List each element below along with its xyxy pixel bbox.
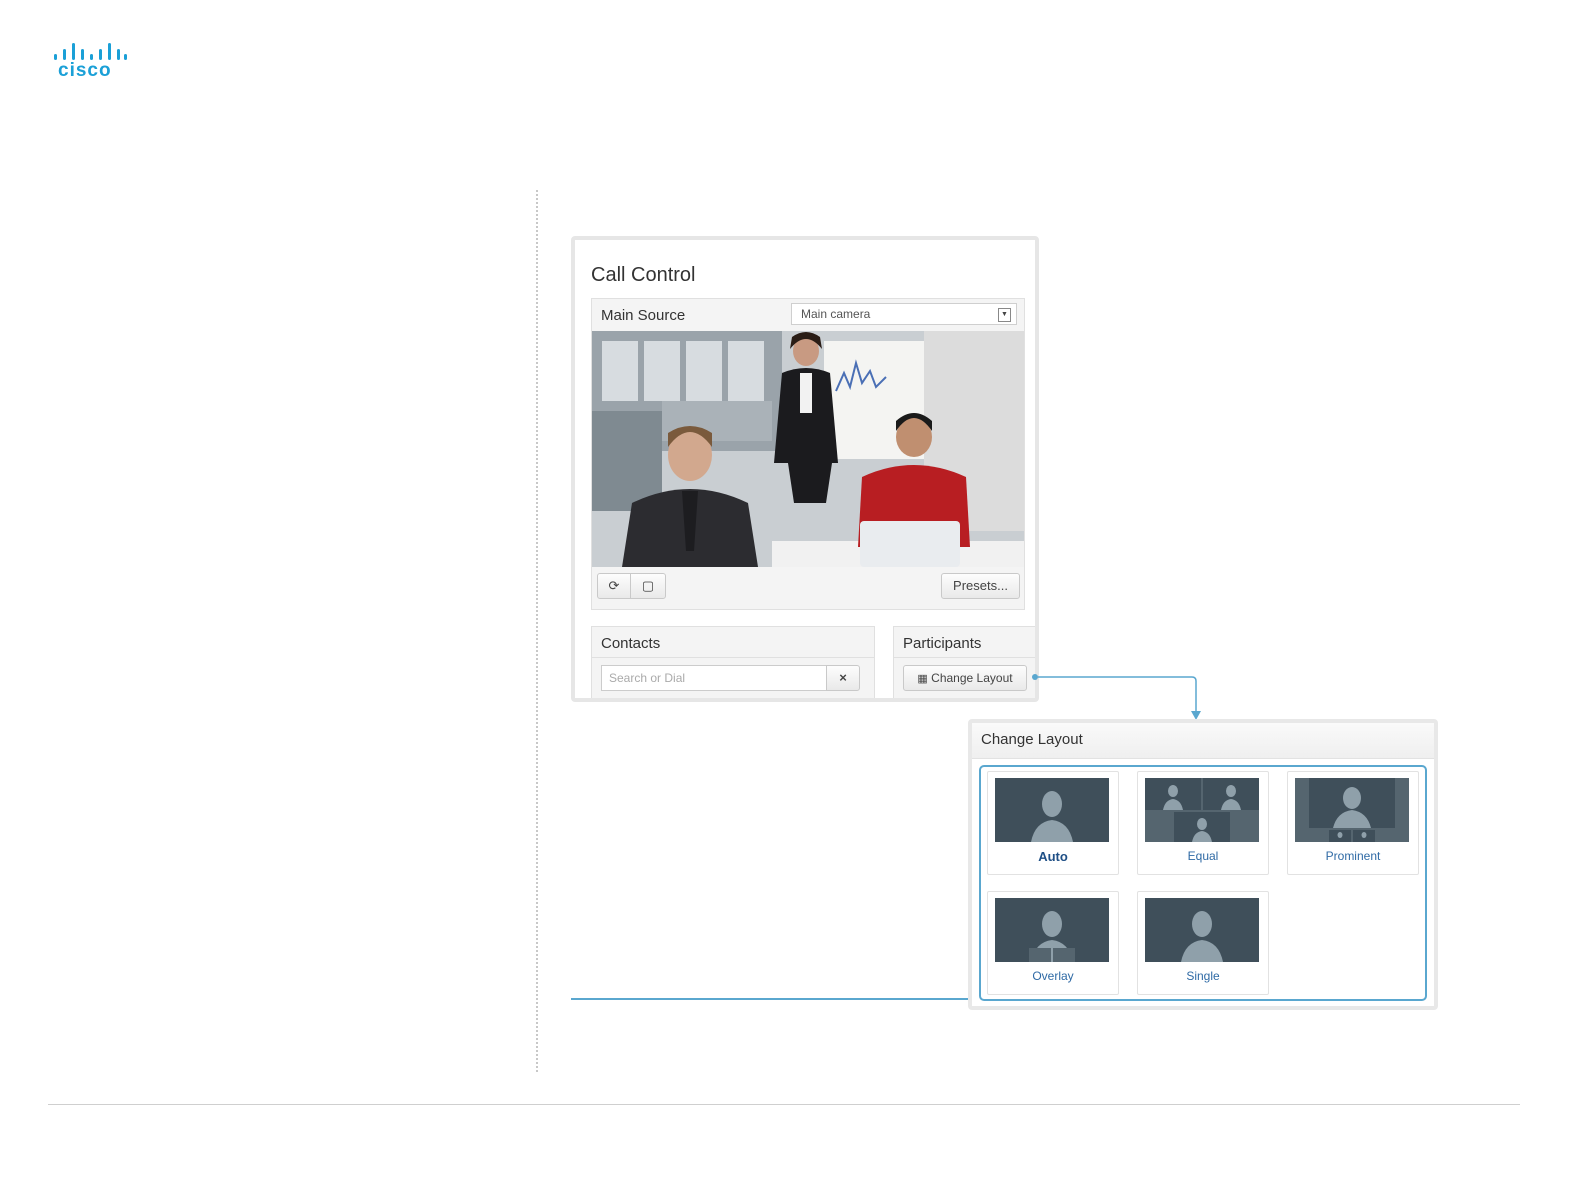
- refresh-button[interactable]: ⟳: [597, 573, 631, 599]
- layout-option-overlay[interactable]: Overlay: [987, 891, 1119, 995]
- participants-label: Participants: [903, 635, 982, 652]
- cisco-bars-icon: [52, 40, 128, 60]
- selected-source: Main camera: [801, 307, 871, 321]
- change-layout-panel: Change Layout Auto Equal Prominent Overl…: [968, 719, 1438, 1010]
- camera-preview: [592, 331, 1024, 567]
- footer-rule: [48, 1104, 1520, 1105]
- overlay-silhouettes-icon: [995, 898, 1109, 962]
- main-source-label: Main Source: [601, 307, 686, 324]
- callout-line: [571, 998, 983, 1000]
- person-silhouette-icon: [995, 778, 1109, 842]
- connector-arrow-icon: [1032, 674, 1201, 720]
- layout-label: Equal: [1187, 849, 1219, 863]
- layout-label: Prominent: [1325, 849, 1381, 863]
- cisco-wordmark: cisco: [58, 60, 112, 81]
- contacts-section: Contacts Search or Dial ×: [591, 626, 875, 698]
- refresh-icon: ⟳: [608, 578, 620, 593]
- main-source-section: Main Source Main camera ▼ ⟳ ▢ Presets...: [591, 298, 1025, 610]
- change-layout-header: Change Layout: [972, 723, 1434, 759]
- layout-option-equal[interactable]: Equal: [1137, 771, 1269, 875]
- layout-label: Auto: [1038, 849, 1068, 864]
- grid-icon: ▦: [917, 673, 928, 685]
- dotted-divider: [536, 190, 538, 1072]
- layout-label: Single: [1186, 969, 1220, 983]
- search-or-dial-input[interactable]: Search or Dial: [601, 665, 827, 691]
- call-control-panel: Call Control Main Source Main camera ▼ ⟳…: [571, 236, 1039, 702]
- layout-option-auto[interactable]: Auto: [987, 771, 1119, 875]
- panel-title: Call Control: [591, 264, 696, 286]
- presets-button[interactable]: Presets...: [941, 573, 1020, 599]
- prominent-silhouettes-icon: [1295, 778, 1409, 842]
- main-source-select[interactable]: Main camera ▼: [791, 303, 1017, 325]
- layout-option-single[interactable]: Single: [1137, 891, 1269, 995]
- stop-button[interactable]: ▢: [630, 573, 666, 599]
- change-layout-label: Change Layout: [931, 671, 1013, 685]
- grid-silhouettes-icon: [1145, 778, 1259, 842]
- close-icon: ×: [839, 670, 847, 685]
- layout-options-frame: Auto Equal Prominent Overlay Single: [979, 765, 1427, 1001]
- cisco-logo: cisco: [52, 40, 132, 84]
- dropdown-arrow-icon: ▼: [998, 308, 1011, 322]
- change-layout-title: Change Layout: [981, 731, 1083, 748]
- layout-label: Overlay: [1032, 969, 1074, 983]
- participants-section: Participants ▦ Change Layout: [893, 626, 1035, 698]
- contacts-label: Contacts: [601, 635, 661, 652]
- change-layout-button[interactable]: ▦ Change Layout: [903, 665, 1027, 691]
- layout-option-prominent[interactable]: Prominent: [1287, 771, 1419, 875]
- square-icon: ▢: [641, 578, 655, 593]
- person-silhouette-icon: [1145, 898, 1259, 962]
- clear-search-button[interactable]: ×: [826, 665, 860, 691]
